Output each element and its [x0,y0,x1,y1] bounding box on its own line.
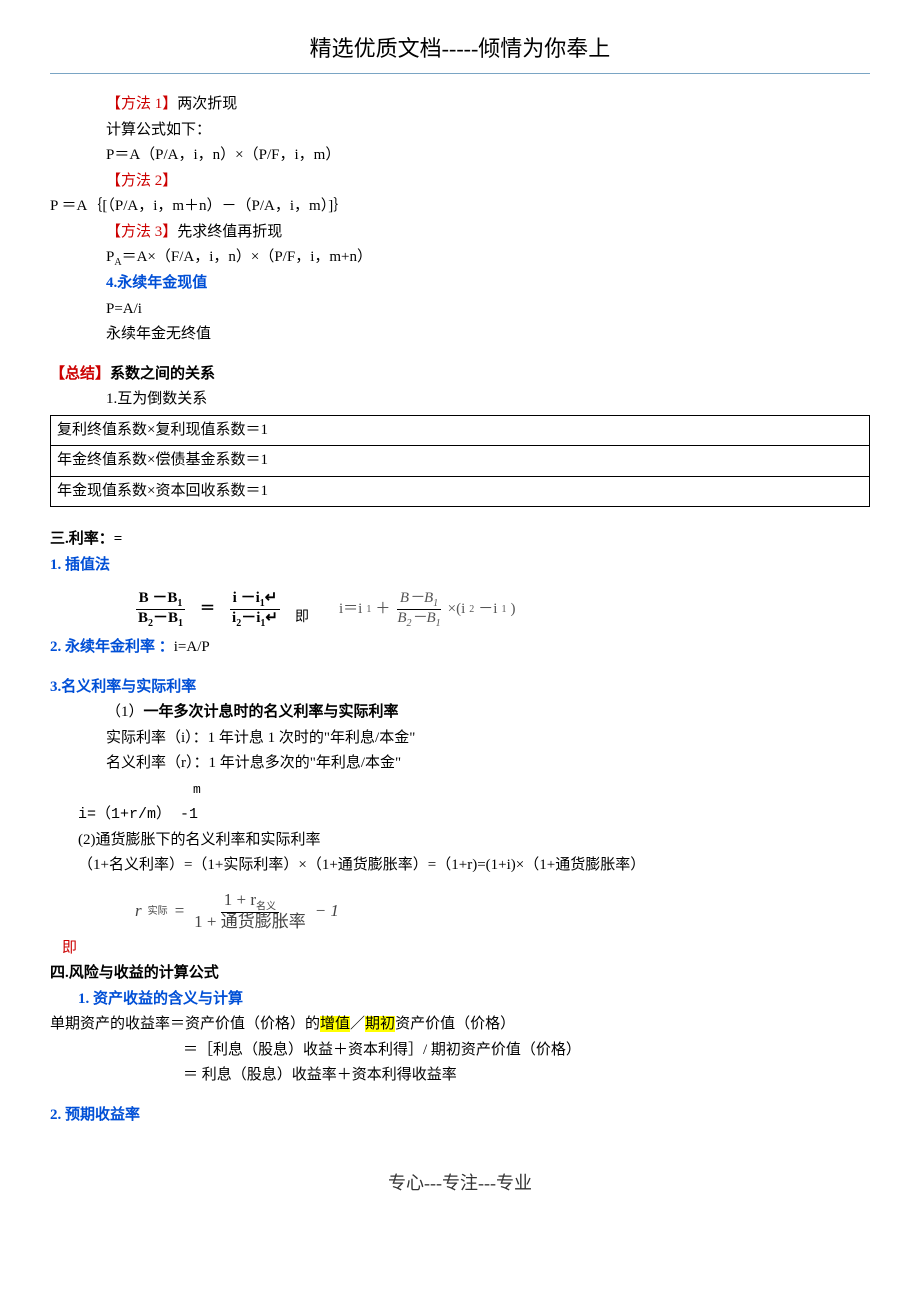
perpetual-rate-formula: i=A/P [174,639,210,655]
compound-formula: m i=（1+r/m） -1 [50,777,870,828]
page-footer: 专心---专注---专业 [50,1168,870,1199]
sub-1-title: 一年多次计息时的名义利率与实际利率 [144,704,399,720]
formula-3: PA＝A×（F/A，i，n）×（P/F，i，m+n） [50,245,870,271]
expected-return-heading: 2. 预期收益率 [50,1107,140,1123]
ie-label: 即 [62,940,77,956]
single-period-return-line3: ＝ 利息（股息）收益率＋资本利得收益率 [50,1063,870,1089]
perpetuity-formula: P=A/i [50,297,870,323]
method3-text: 先求终值再折现 [177,224,282,240]
method3-label: 【方法 3】 [106,224,177,240]
section-3-title: 三.利率：= [50,527,870,553]
table-row: 年金终值系数×偿债基金系数＝1 [51,446,870,477]
return-meaning-heading: 1. 资产收益的含义与计算 [78,991,243,1007]
page-header: 精选优质文档-----倾情为你奉上 [50,30,870,74]
method1-label: 【方法 1】 [106,96,177,112]
method1-text: 两次折现 [177,96,237,112]
perpetuity-noend: 永续年金无终值 [50,322,870,348]
calc-intro: 计算公式如下： [50,118,870,144]
method2-label: 【方法 2】 [106,173,177,189]
formula-1: P＝A（P/A，i，n）×（P/F，i，m） [50,143,870,169]
table-row: 复利终值系数×复利现值系数＝1 [51,415,870,446]
section-4-title: 四.风险与收益的计算公式 [50,961,870,987]
summary-title: 系数之间的关系 [110,366,215,382]
summary-label: 【总结】 [50,366,110,382]
real-rate-def: 实际利率（i）：1 年计息 1 次时的"年利息/本金" [50,726,870,752]
perpetuity-pv-heading: 4.永续年金现值 [106,275,207,291]
formula-2: P ＝A｛[（P/A，i，m＋n）－（P/A，i，m）]｝ [50,194,870,220]
reciprocal-heading: 1.互为倒数关系 [50,387,870,413]
sub-1-prefix: （1） [106,704,144,720]
inflation-formula-line: （1+名义利率）=（1+实际利率）×（1+通货膨胀率）=（1+r)=(1+i)×… [50,853,870,879]
coefficient-table: 复利终值系数×复利现值系数＝1 年金终值系数×偿债基金系数＝1 年金现值系数×资… [50,415,870,508]
interpolation-heading: 1. 插值法 [50,557,110,573]
inflation-heading: (2)通货膨胀下的名义利率和实际利率 [50,828,870,854]
single-period-return-line1: 单期资产的收益率＝资产价值（价格）的增值／期初资产价值（价格） [50,1012,870,1038]
table-row: 年金现值系数×资本回收系数＝1 [51,476,870,507]
interpolation-equation: B －B1 B2－B1 ＝ i －i1↵ i2－i1↵ 即 i＝i1＋ B－B1… [50,590,870,629]
nominal-real-heading: 3.名义利率与实际利率 [50,679,196,695]
perpetual-rate-heading: 2. 永续年金利率 ： [50,639,174,655]
single-period-return-line2: ＝［利息（股息）收益＋资本利得］/ 期初资产价值（价格） [50,1038,870,1064]
nominal-rate-def: 名义利率（r）：1 年计息多次的"年利息/本金" [50,751,870,777]
real-rate-formula-image: r实际 = 1 + r名义 1 + 通货膨胀率 − 1 [50,891,339,932]
